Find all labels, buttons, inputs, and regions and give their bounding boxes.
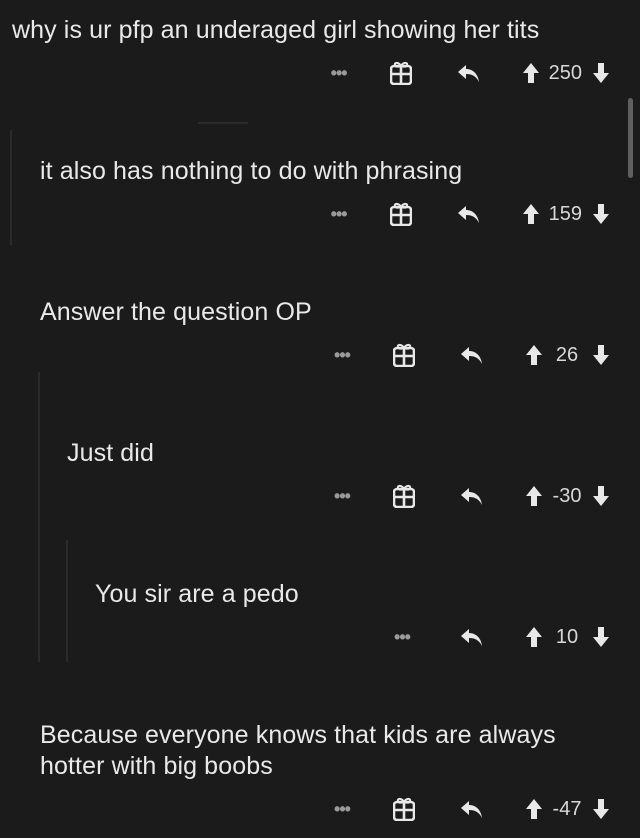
reply-icon[interactable] — [456, 62, 482, 84]
comment-body: You sir are a pedo — [95, 580, 299, 608]
upvote-icon[interactable] — [525, 626, 543, 648]
gift-icon[interactable] — [393, 484, 415, 508]
vote-score: 10 — [555, 625, 579, 648]
comment-body: why is ur pfp an underaged girl showing … — [12, 16, 540, 44]
gift-icon[interactable] — [393, 343, 415, 367]
comment-body: Because everyone knows that kids are alw… — [40, 721, 556, 780]
gift-icon[interactable] — [393, 797, 415, 821]
more-options-icon[interactable]: ••• — [329, 794, 355, 824]
vote-score: -47 — [552, 797, 582, 820]
downvote-icon[interactable] — [592, 626, 610, 648]
reply-icon[interactable] — [456, 203, 482, 225]
comment-actions: ••• 26 — [329, 340, 610, 370]
more-options-icon[interactable]: ••• — [329, 481, 355, 511]
reply-icon[interactable] — [459, 485, 485, 507]
divider — [198, 122, 248, 124]
comment-actions: ••• -47 — [329, 794, 610, 824]
comment-thread: why is ur pfp an underaged girl showing … — [0, 0, 640, 838]
downvote-icon[interactable] — [592, 485, 610, 507]
comment-body: Answer the question OP — [40, 298, 312, 326]
vote-score: 159 — [548, 202, 582, 225]
downvote-icon[interactable] — [592, 798, 610, 820]
vote-score: 26 — [555, 343, 579, 366]
comment-actions: ••• 10 — [389, 622, 610, 652]
comment-body: it also has nothing to do with phrasing — [40, 157, 463, 185]
scrollbar[interactable] — [628, 98, 633, 178]
more-options-icon[interactable]: ••• — [326, 199, 352, 229]
upvote-icon[interactable] — [525, 344, 543, 366]
gift-icon[interactable] — [389, 61, 412, 85]
vote-score: -30 — [552, 484, 582, 507]
upvote-icon[interactable] — [522, 62, 540, 84]
upvote-icon[interactable] — [522, 203, 540, 225]
thread-line — [66, 540, 68, 662]
more-options-icon[interactable]: ••• — [326, 58, 352, 88]
vote-score: 250 — [548, 61, 582, 84]
comment-actions: ••• -30 — [329, 481, 610, 511]
reply-icon[interactable] — [459, 344, 485, 366]
thread-line — [10, 130, 12, 245]
thread-line — [38, 372, 40, 662]
reply-icon[interactable] — [459, 626, 485, 648]
downvote-icon[interactable] — [592, 344, 610, 366]
reply-icon[interactable] — [459, 798, 485, 820]
gift-icon[interactable] — [389, 202, 412, 226]
more-options-icon[interactable]: ••• — [389, 622, 415, 652]
upvote-icon[interactable] — [525, 485, 543, 507]
upvote-icon[interactable] — [525, 798, 543, 820]
downvote-icon[interactable] — [592, 203, 610, 225]
comment-actions: ••• 159 — [326, 199, 610, 229]
comment-actions: ••• 250 — [326, 58, 610, 88]
comment-body: Just did — [67, 439, 154, 467]
downvote-icon[interactable] — [592, 62, 610, 84]
more-options-icon[interactable]: ••• — [329, 340, 355, 370]
